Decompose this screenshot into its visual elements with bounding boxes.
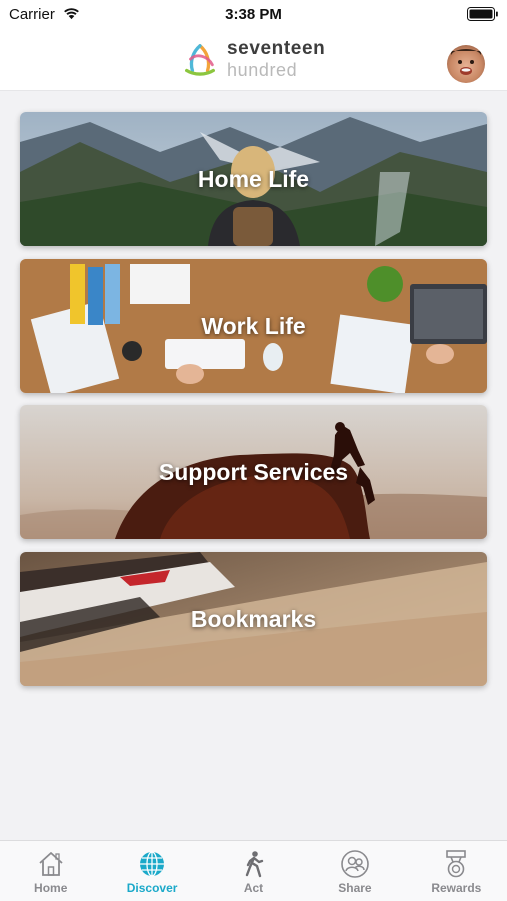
logo-icon xyxy=(185,44,215,76)
tab-home[interactable]: Home xyxy=(0,841,101,901)
tab-discover[interactable]: Discover xyxy=(101,841,202,901)
walking-person-icon xyxy=(245,851,263,878)
tab-share[interactable]: Share xyxy=(304,841,405,901)
tab-label: Share xyxy=(338,881,372,895)
card-work-life[interactable]: Work Life xyxy=(20,259,487,393)
card-support-services[interactable]: Support Services xyxy=(20,405,487,539)
battery-icon xyxy=(467,7,498,21)
tab-act[interactable]: Act xyxy=(203,841,304,901)
status-time: 3:38 PM xyxy=(225,6,282,23)
app-header: seventeen hundred xyxy=(0,30,507,91)
brand-name-line2: hundred xyxy=(227,60,298,80)
tab-label: Discover xyxy=(126,881,178,895)
brand-name-line1: seventeen xyxy=(227,38,326,59)
tab-rewards[interactable]: Rewards xyxy=(406,841,507,901)
house-icon xyxy=(39,852,63,876)
card-title: Support Services xyxy=(158,458,349,485)
card-title: Work Life xyxy=(201,312,306,339)
tab-label: Rewards xyxy=(431,881,482,895)
tab-label: Act xyxy=(243,881,264,895)
tab-label: Home xyxy=(34,881,68,895)
card-title: Home Life xyxy=(197,165,310,192)
card-bookmarks[interactable]: Bookmarks xyxy=(20,552,487,686)
card-title: Bookmarks xyxy=(190,605,317,632)
status-bar: Carrier 3:38 PM xyxy=(0,0,507,30)
avatar-face-icon xyxy=(451,49,481,75)
globe-icon xyxy=(140,851,165,877)
medal-icon xyxy=(446,850,467,878)
card-home-life[interactable]: Home Life xyxy=(20,112,487,246)
tab-bar: Home Discover Act Share Rewards xyxy=(0,840,507,901)
avatar[interactable] xyxy=(447,45,485,83)
people-icon xyxy=(341,850,369,878)
